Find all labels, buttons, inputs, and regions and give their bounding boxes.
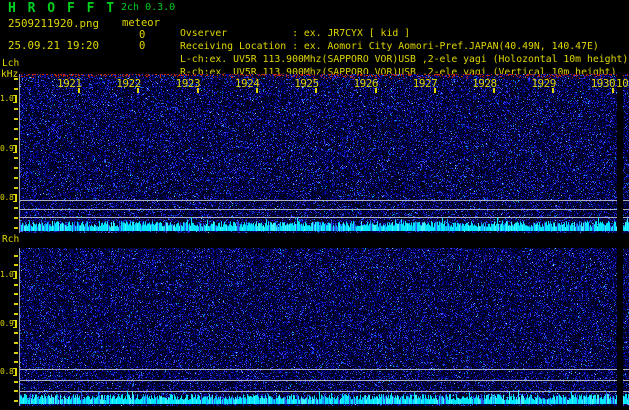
time-tick-1927 bbox=[433, 88, 436, 93]
time-tick-1922 bbox=[137, 88, 140, 93]
lch-freq-label-0.8: 0.8 bbox=[0, 193, 14, 202]
rch-minor-tick bbox=[14, 303, 18, 306]
lch-minor-tick bbox=[14, 117, 18, 120]
lch-minor-tick bbox=[14, 177, 18, 180]
lch-major-tick-1.0 bbox=[13, 95, 17, 103]
rch-minor-tick bbox=[14, 312, 18, 315]
rch-minor-tick bbox=[14, 254, 18, 257]
lch-minor-tick bbox=[14, 187, 18, 190]
rch-minor-tick bbox=[14, 351, 18, 354]
lch-minor-tick bbox=[14, 88, 18, 91]
rch-minor-tick bbox=[14, 361, 18, 364]
rch-minor-tick bbox=[14, 283, 18, 286]
rch-major-tick-0.9 bbox=[13, 319, 17, 328]
rch-minor-tick bbox=[14, 390, 18, 393]
time-tick-1923 bbox=[196, 88, 199, 93]
rch-minor-tick bbox=[14, 341, 18, 344]
lch-minor-tick bbox=[14, 216, 18, 219]
rch-minor-tick bbox=[14, 380, 18, 383]
axis-overlay: 1921 1922 1923 1924 1925 1926 1927 1928 1929 1930… bbox=[0, 0, 629, 410]
lch-major-tick-0.9 bbox=[13, 144, 17, 153]
rch-minor-tick bbox=[14, 264, 18, 267]
time-label-partial: 10 bbox=[616, 77, 629, 90]
lch-freq-label-0.9: 0.9 bbox=[0, 143, 14, 153]
rch-freq-label-0.9: 0.9 bbox=[0, 318, 14, 328]
rch-freq-label-1.0: 1.0 bbox=[0, 270, 14, 279]
lch-minor-tick bbox=[14, 226, 18, 229]
rch-major-tick-0.8 bbox=[13, 368, 17, 376]
time-tick-1928 bbox=[493, 88, 496, 93]
rch-minor-tick bbox=[14, 293, 18, 296]
rch-freq-label-0.8: 0.8 bbox=[0, 367, 14, 376]
time-tick-1929 bbox=[552, 88, 555, 93]
lch-minor-tick bbox=[14, 137, 18, 140]
rch-minor-tick bbox=[14, 400, 18, 403]
hrofft-window: H R O F F T 2ch 0.3.0 2509211920.png met… bbox=[0, 0, 629, 410]
lch-minor-tick bbox=[14, 206, 18, 209]
rch-minor-tick bbox=[14, 332, 18, 335]
lch-minor-tick bbox=[14, 127, 18, 130]
lch-minor-tick bbox=[14, 167, 18, 170]
lch-minor-tick bbox=[14, 157, 18, 160]
rch-major-tick-1.0 bbox=[13, 271, 17, 279]
lch-freq-label-1.0: 1.0 bbox=[0, 94, 14, 103]
time-tick-1930 bbox=[611, 88, 614, 93]
time-tick-1921 bbox=[78, 88, 80, 93]
time-tick-1924 bbox=[255, 88, 258, 93]
lch-minor-tick bbox=[14, 78, 18, 81]
lch-minor-tick bbox=[14, 107, 18, 110]
time-tick-1926 bbox=[374, 88, 377, 93]
time-tick-1925 bbox=[315, 88, 318, 93]
lch-major-tick-0.8 bbox=[13, 194, 17, 202]
